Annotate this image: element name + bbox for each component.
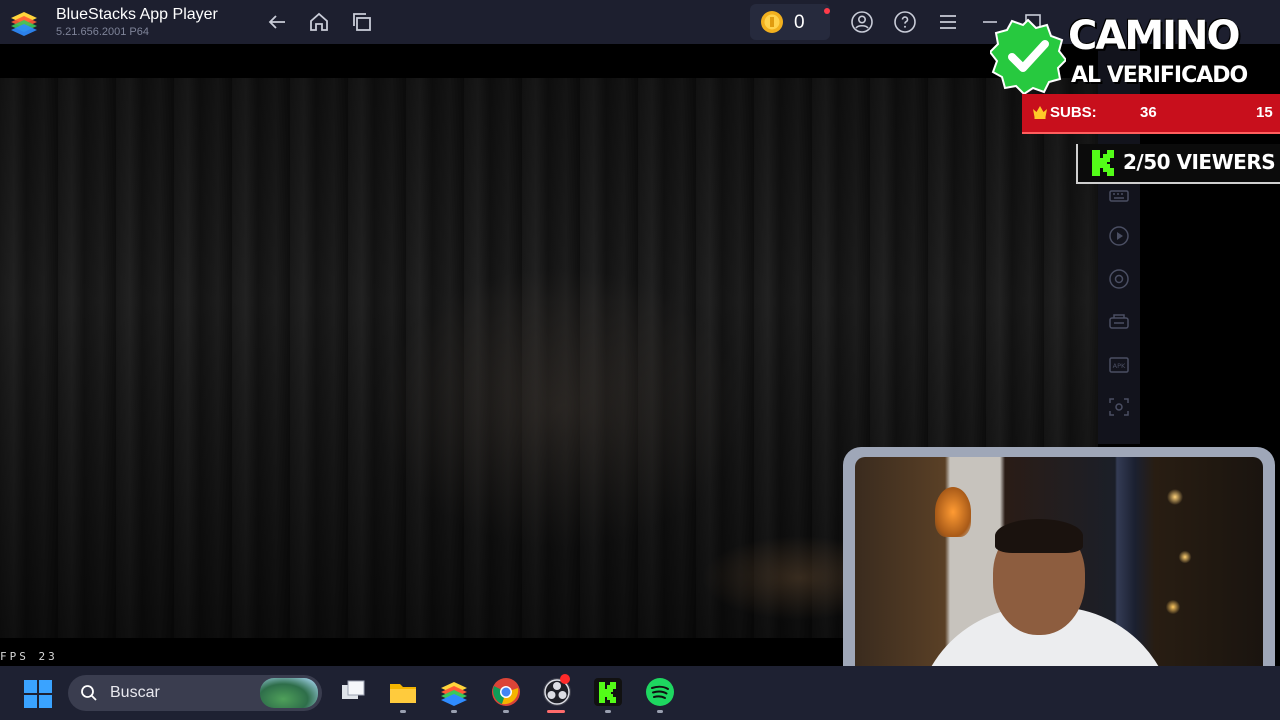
running-indicator bbox=[503, 710, 509, 713]
running-indicator bbox=[657, 710, 663, 713]
apk-icon[interactable]: APK bbox=[1107, 353, 1131, 377]
windows-start-icon[interactable] bbox=[24, 680, 52, 708]
gamepad-icon[interactable] bbox=[1107, 310, 1131, 334]
subs-counter-bar: SUBS: 36 15 bbox=[1022, 94, 1280, 134]
coins-widget[interactable]: 0 bbox=[750, 4, 830, 40]
webcam-frame bbox=[843, 447, 1275, 697]
running-indicator bbox=[605, 710, 611, 713]
help-icon[interactable] bbox=[893, 10, 917, 34]
active-indicator bbox=[547, 710, 565, 713]
menu-icon[interactable] bbox=[936, 10, 960, 34]
chrome-icon[interactable] bbox=[490, 676, 522, 708]
home-icon[interactable] bbox=[307, 10, 331, 34]
fps-value: 23 bbox=[38, 650, 58, 663]
subs-label: SUBS: bbox=[1050, 104, 1097, 121]
search-placeholder: Buscar bbox=[110, 684, 160, 701]
keyboard-icon[interactable] bbox=[1107, 184, 1131, 208]
windows-taskbar: Buscar bbox=[0, 666, 1280, 720]
app-version: 5.21.656.2001 P64 bbox=[56, 26, 149, 38]
bluestacks-taskbar-icon[interactable] bbox=[438, 676, 470, 708]
webcam-feed bbox=[855, 457, 1263, 687]
record-icon[interactable] bbox=[1107, 267, 1131, 291]
viewers-widget: 2/50 VIEWERS bbox=[1076, 144, 1280, 184]
spotify-icon[interactable] bbox=[644, 676, 676, 708]
fps-counter: FPS 23 bbox=[0, 650, 58, 663]
overlay-subheadline: AL VERIFICADO bbox=[1071, 63, 1248, 88]
lamp bbox=[935, 487, 971, 537]
screenshot-icon[interactable] bbox=[1107, 395, 1131, 419]
back-icon[interactable] bbox=[265, 10, 289, 34]
svg-text:APK: APK bbox=[1113, 362, 1126, 370]
fps-label: FPS bbox=[0, 650, 29, 663]
search-icon bbox=[81, 685, 97, 701]
running-indicator bbox=[400, 710, 406, 713]
crown-icon bbox=[1033, 106, 1047, 119]
viewers-count: 2/50 VIEWERS bbox=[1123, 150, 1276, 174]
bluestacks-logo-icon bbox=[11, 12, 37, 36]
overlay-headline: CAMINO bbox=[1068, 13, 1240, 59]
multi-instance-icon[interactable] bbox=[350, 10, 374, 34]
app-title: BlueStacks App Player bbox=[56, 6, 218, 23]
search-highlight-image bbox=[260, 678, 318, 708]
notification-dot bbox=[824, 8, 830, 14]
task-view-icon[interactable] bbox=[337, 676, 369, 708]
coin-count: 0 bbox=[794, 12, 805, 33]
coin-icon bbox=[761, 11, 783, 33]
subs-count: 36 bbox=[1140, 104, 1157, 121]
verified-badge-icon bbox=[990, 18, 1066, 94]
play-macro-icon[interactable] bbox=[1107, 224, 1131, 248]
kick-app-icon[interactable] bbox=[592, 676, 624, 708]
account-icon[interactable] bbox=[850, 10, 874, 34]
subs-goal: 15 bbox=[1256, 104, 1273, 121]
running-indicator bbox=[451, 710, 457, 713]
streamer-hair bbox=[995, 519, 1083, 553]
obs-notification-dot bbox=[560, 674, 570, 684]
kick-logo-icon bbox=[1092, 150, 1114, 176]
taskbar-search[interactable]: Buscar bbox=[68, 675, 322, 711]
file-explorer-icon[interactable] bbox=[387, 676, 419, 708]
